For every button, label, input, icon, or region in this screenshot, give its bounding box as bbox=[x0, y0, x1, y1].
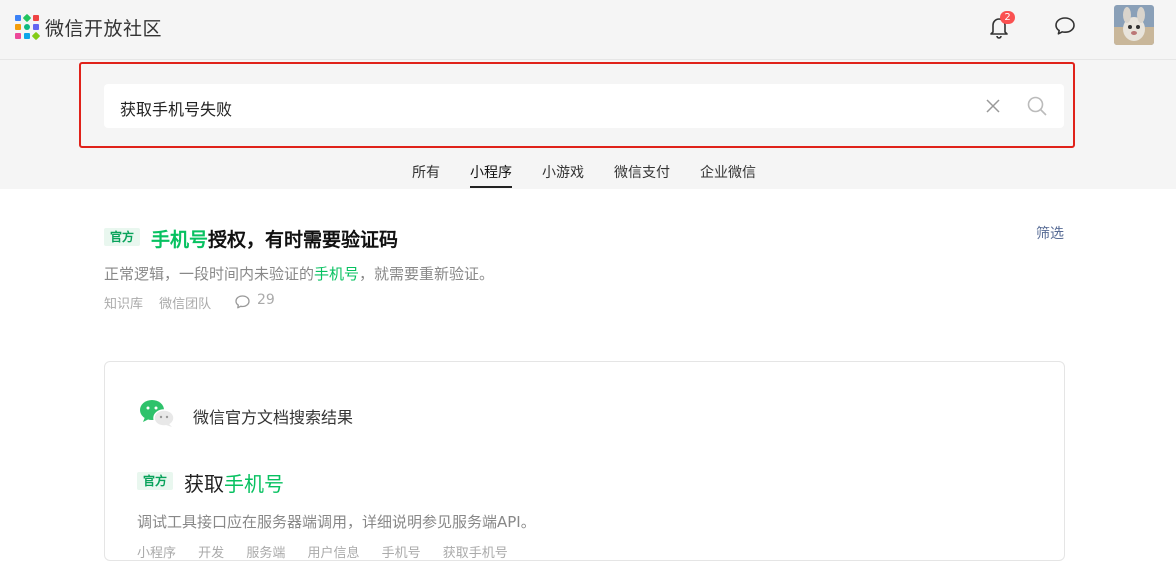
comment-icon bbox=[235, 295, 250, 309]
doc-tag[interactable]: 服务端 bbox=[246, 546, 285, 561]
tab-wechat-pay[interactable]: 微信支付 bbox=[614, 162, 670, 182]
doc-title-text: 获取 bbox=[184, 472, 224, 496]
doc-result-description: 调试工具接口应在服务器端调用，详细说明参见服务端API。 bbox=[137, 513, 536, 531]
result-title-rest: 授权，有时需要验证码 bbox=[208, 229, 399, 251]
tab-all[interactable]: 所有 bbox=[412, 162, 440, 182]
doc-tag[interactable]: 获取手机号 bbox=[443, 546, 508, 561]
doc-title-highlight: 手机号 bbox=[224, 472, 284, 496]
doc-tag[interactable]: 用户信息 bbox=[307, 546, 359, 561]
top-bar: 微信开放社区 2 bbox=[0, 0, 1176, 60]
tab-wecom[interactable]: 企业微信 bbox=[700, 162, 756, 182]
doc-tag[interactable]: 开发 bbox=[198, 546, 224, 561]
tab-mini-program[interactable]: 小程序 bbox=[470, 162, 512, 182]
filter-button[interactable]: 筛选 bbox=[1036, 223, 1064, 243]
search-input-value[interactable]: 获取手机号失败 bbox=[120, 96, 232, 120]
official-docs-heading: 微信官方文档搜索结果 bbox=[193, 408, 354, 427]
category-tabs: 所有 小程序 小游戏 微信支付 企业微信 bbox=[0, 156, 1176, 189]
search-input[interactable]: 获取手机号失败 bbox=[104, 84, 1064, 128]
close-icon[interactable] bbox=[984, 97, 1002, 115]
comment-count: 29 bbox=[257, 292, 275, 308]
doc-result-tags: 小程序 开发 服务端 用户信息 手机号 获取手机号 bbox=[137, 542, 526, 561]
desc-text: 正常逻辑，一段时间内未验证的 bbox=[104, 265, 315, 283]
doc-tag[interactable]: 小程序 bbox=[137, 546, 176, 561]
doc-result-title[interactable]: 获取手机号 bbox=[184, 468, 284, 497]
avatar[interactable] bbox=[1114, 5, 1154, 45]
logo-icon[interactable] bbox=[15, 13, 41, 41]
official-badge: 官方 bbox=[104, 228, 141, 246]
notification-badge: 2 bbox=[1000, 11, 1015, 24]
desc-highlight: 手机号 bbox=[314, 265, 360, 283]
result-title[interactable]: 手机号授权，有时需要验证码 bbox=[151, 225, 398, 252]
tab-mini-game[interactable]: 小游戏 bbox=[542, 162, 584, 182]
doc-tag[interactable]: 手机号 bbox=[382, 546, 421, 561]
meta-category[interactable]: 知识库 bbox=[104, 297, 143, 312]
active-tab-indicator bbox=[470, 186, 512, 188]
result-description: 正常逻辑，一段时间内未验证的手机号，就需要重新验证。 bbox=[104, 263, 494, 284]
wechat-icon bbox=[140, 400, 175, 427]
search-icon[interactable] bbox=[1026, 95, 1048, 117]
desc-text-end: ，就需要重新验证。 bbox=[359, 265, 495, 283]
brand-title[interactable]: 微信开放社区 bbox=[45, 14, 162, 41]
meta-author[interactable]: 微信团队 bbox=[159, 297, 211, 312]
result-title-highlight: 手机号 bbox=[151, 229, 209, 251]
official-badge: 官方 bbox=[137, 472, 174, 490]
result-meta: 知识库 微信团队 bbox=[104, 293, 223, 312]
message-icon[interactable] bbox=[1053, 14, 1077, 38]
